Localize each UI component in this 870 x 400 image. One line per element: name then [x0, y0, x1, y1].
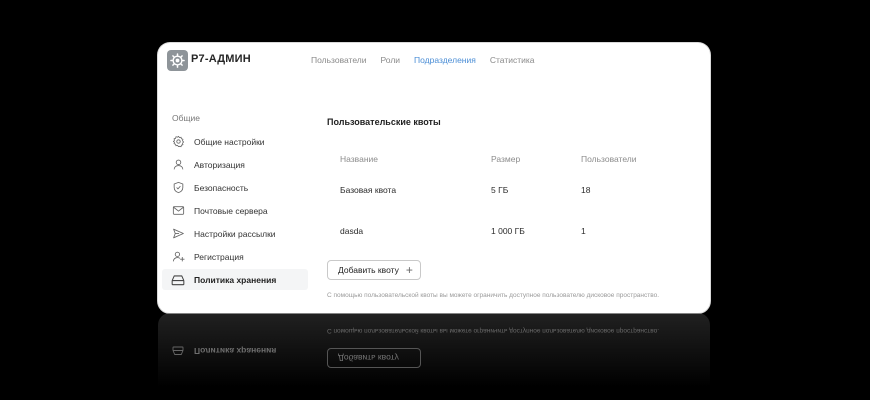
user-plus-icon — [171, 250, 185, 264]
cell-size: 5 ГБ — [491, 185, 509, 195]
sidebar-item-label: Авторизация — [194, 159, 245, 170]
sidebar-item-label: Общие настройки — [194, 136, 265, 147]
column-header-name: Название — [340, 154, 378, 164]
reflection-hint: С помощью пользовательской квоты вы може… — [327, 327, 660, 334]
add-quota-button[interactable]: Добавить квоту + — [327, 260, 421, 280]
top-nav: Пользователи Роли Подразделения Статисти… — [311, 55, 549, 65]
nav-tab-statistics[interactable]: Статистика — [490, 55, 535, 65]
stage: Р7-АДМИН Пользователи Роли Подразделения… — [0, 0, 870, 400]
cell-users: 18 — [581, 185, 591, 195]
gear-icon — [171, 135, 185, 149]
top-bar: Р7-АДМИН Пользователи Роли Подразделения… — [158, 43, 710, 79]
column-header-users: Пользователи — [581, 154, 637, 164]
reflection-sidebar-label: Политика хранения — [194, 346, 277, 356]
user-icon — [171, 158, 185, 172]
app-logo[interactable] — [167, 50, 188, 71]
section-title: Пользовательские квоты — [327, 117, 441, 127]
mail-icon — [171, 204, 185, 218]
nav-tab-users[interactable]: Пользователи — [311, 55, 366, 65]
window-reflection: С помощью пользовательской квоты вы може… — [158, 313, 710, 400]
sidebar-item-mailing-settings[interactable]: Настройки рассылки — [162, 223, 308, 244]
storage-icon — [171, 273, 185, 287]
column-header-size: Размер — [491, 154, 521, 164]
cell-users: 1 — [581, 226, 586, 236]
send-icon — [171, 227, 185, 241]
app-title: Р7-АДМИН — [191, 53, 251, 65]
quota-hint-text: С помощью пользовательской квоты вы може… — [327, 292, 660, 299]
cell-size: 1 000 ГБ — [491, 226, 525, 236]
sidebar-item-label: Политика хранения — [194, 274, 277, 285]
sidebar-item-security[interactable]: Безопасность — [162, 177, 308, 198]
sidebar-item-retention-policy[interactable]: Политика хранения — [162, 269, 308, 290]
sidebar-item-label: Настройки рассылки — [194, 228, 276, 239]
sidebar-item-registration[interactable]: Регистрация — [162, 246, 308, 267]
cell-name: Базовая квота — [340, 185, 397, 195]
admin-window: Р7-АДМИН Пользователи Роли Подразделения… — [158, 43, 710, 313]
reflection-storage-icon — [172, 346, 184, 355]
cell-name: dasda — [340, 226, 364, 236]
sidebar-item-mail-servers[interactable]: Почтовые сервера — [162, 200, 308, 221]
shield-icon — [171, 181, 185, 195]
sidebar-item-label: Регистрация — [194, 251, 244, 262]
reflection-add-label: Добавить квоту — [338, 353, 399, 363]
plus-icon: + — [405, 263, 413, 277]
sidebar-heading: Общие — [172, 113, 200, 123]
reflection-add-button: Добавить квоту — [327, 348, 421, 368]
sidebar-item-label: Почтовые сервера — [194, 205, 268, 216]
sidebar-item-authorization[interactable]: Авторизация — [162, 154, 308, 175]
sidebar-item-label: Безопасность — [194, 182, 249, 193]
nav-tab-departments[interactable]: Подразделения — [414, 55, 476, 65]
add-quota-label: Добавить квоту — [338, 265, 399, 275]
gear-logo-icon — [170, 53, 185, 68]
sidebar-item-general-settings[interactable]: Общие настройки — [162, 131, 308, 152]
nav-tab-roles[interactable]: Роли — [380, 55, 400, 65]
